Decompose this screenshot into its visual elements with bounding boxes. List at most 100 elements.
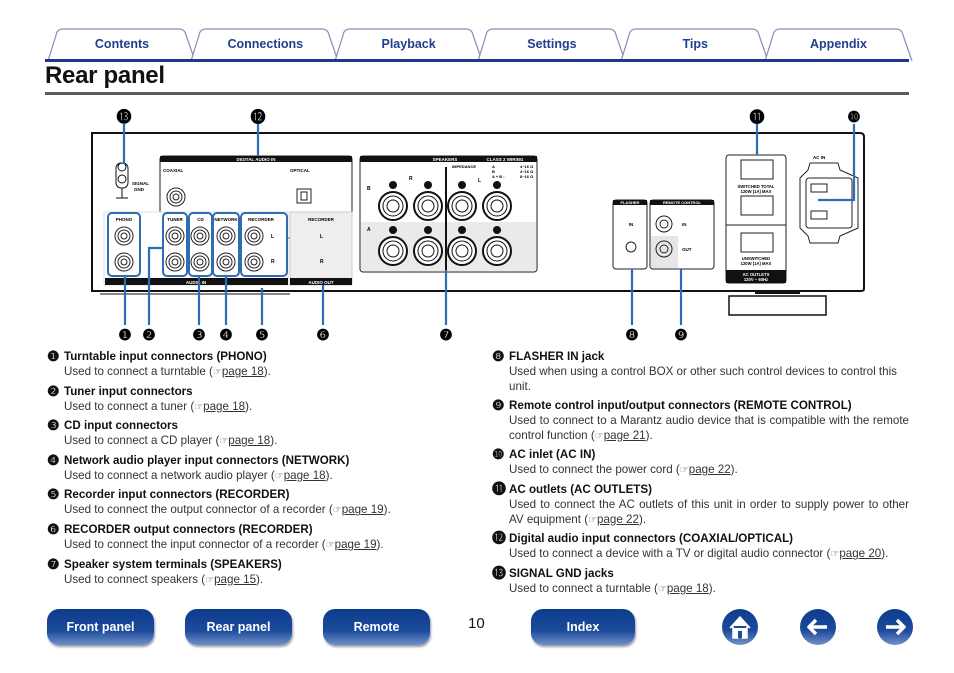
svg-text:FLASHER: FLASHER (621, 200, 640, 205)
reference-icon: ☞ (274, 470, 284, 482)
plus-icon (389, 226, 397, 234)
item-description: Used to connect the input connector of a… (64, 537, 384, 551)
item-description: Used to connect a network audio player (… (64, 468, 333, 482)
description-item: ❾ Remote control input/output connectors … (492, 396, 909, 444)
plus-icon (493, 226, 501, 234)
item-number: ⓫ (492, 480, 506, 497)
item-title: Speaker system terminals (SPEAKERS) (64, 557, 282, 571)
svg-text:120V ~ 60Hz: 120V ~ 60Hz (744, 277, 768, 282)
svg-text:OUT: OUT (682, 247, 692, 252)
reference-icon: ☞ (657, 583, 667, 595)
page-link[interactable]: page 22 (689, 463, 731, 476)
speakers-panel: SPEAKERS CLASS 2 WIRING IMPEDANCE A B A … (359, 155, 538, 273)
page-link[interactable]: page 18 (284, 469, 326, 482)
page-link[interactable]: page 21 (604, 429, 646, 442)
minus-icon (424, 181, 432, 189)
svg-text:COAXIAL: COAXIAL (163, 168, 184, 173)
callout-4: ❹ (219, 327, 232, 344)
item-title: Digital audio input connectors (COAXIAL/… (509, 532, 794, 546)
svg-text:B: B (367, 186, 371, 192)
item-description: Used to connect the power cord (☞page 22… (509, 463, 738, 477)
page-link[interactable]: page 18 (228, 434, 270, 447)
item-title: SIGNAL GND jacks (509, 566, 614, 580)
item-number: ⓭ (492, 564, 506, 581)
page-link[interactable]: page 20 (839, 547, 881, 560)
svg-text:R: R (320, 259, 324, 265)
arrow-right-icon (886, 618, 906, 636)
reference-icon: ☞ (219, 436, 229, 448)
page-number: 10 (468, 615, 485, 632)
reference-icon: ☞ (830, 549, 840, 561)
front-panel-button[interactable]: Front panel (47, 609, 154, 645)
description-item: ❺ Recorder input connectors (RECORDER) Use… (47, 487, 467, 518)
item-description: Used to connect a turntable (☞page 18). (64, 365, 271, 378)
page-link[interactable]: page 19 (342, 503, 384, 516)
reference-icon: ☞ (679, 465, 689, 477)
rear-panel-button[interactable]: Rear panel (185, 609, 292, 645)
callout-12: ⓬ (250, 108, 265, 126)
svg-text:SPEAKERS: SPEAKERS (433, 157, 458, 162)
svg-text:OPTICAL: OPTICAL (290, 168, 310, 173)
remote-button[interactable]: Remote (323, 609, 430, 645)
plus-icon (493, 181, 501, 189)
back-button[interactable] (800, 609, 836, 645)
svg-text:L: L (478, 178, 481, 184)
reference-icon: ☞ (332, 505, 342, 517)
description-list-left: ❶ Turntable input connectors (PHONO) Used … (47, 349, 467, 591)
input-group-network: NETWORK (212, 212, 240, 277)
item-title: FLASHER IN jack (509, 350, 605, 363)
item-number: ❹ (47, 451, 60, 468)
item-title: RECORDER output connectors (RECORDER) (64, 522, 313, 536)
forward-button[interactable] (877, 609, 913, 645)
input-group-recorder: RECORDER L R (240, 212, 288, 277)
item-title: AC inlet (AC IN) (509, 448, 596, 462)
description-item: ❼ Speaker system terminals (SPEAKERS) Used… (47, 555, 467, 588)
item-title: AC outlets (AC OUTLETS) (509, 482, 652, 496)
svg-text:REMOTE CONTROL: REMOTE CONTROL (663, 200, 702, 205)
svg-text:RECORDER: RECORDER (308, 217, 335, 222)
callout-7: ❼ (439, 327, 452, 344)
ac-outlets-panel: SWITCHED TOTAL 120W (1A) MAX UNSWITCHED … (725, 154, 787, 284)
svg-text:AUDIO OUT: AUDIO OUT (308, 280, 334, 285)
item-number: ❾ (492, 396, 505, 413)
item-number: ❼ (47, 555, 60, 572)
callout-13: ⓭ (116, 108, 131, 126)
home-icon (729, 616, 751, 639)
callout-2: ❷ (142, 327, 155, 344)
page-link[interactable]: page 15 (214, 573, 256, 586)
item-number: ❺ (47, 486, 60, 503)
item-description: Used to connect a CD player (☞page 18). (64, 434, 278, 448)
page-link[interactable]: page 18 (667, 582, 709, 595)
callout-1: ❶ (118, 327, 131, 344)
description-item: ⓭ SIGNAL GND jacks Used to connect a turnt… (492, 564, 909, 597)
page-link[interactable]: page 18 (203, 400, 245, 413)
svg-text:L: L (320, 234, 323, 240)
callout-11: ⓫ (749, 108, 764, 126)
item-title: Recorder input connectors (RECORDER) (64, 488, 290, 502)
page-link[interactable]: page 19 (335, 538, 377, 551)
chassis-foot (728, 295, 827, 316)
page-link[interactable]: page 22 (597, 513, 639, 526)
item-number: ❽ (492, 348, 505, 364)
input-group-phono: PHONO (107, 212, 141, 277)
svg-text:120W (1A) MAX: 120W (1A) MAX (741, 261, 772, 266)
callout-8: ❽ (625, 327, 638, 344)
item-description: Used to connect to a Marantz audio devic… (509, 413, 909, 442)
home-button[interactable] (722, 609, 758, 645)
description-item: ❽ FLASHER IN jack Used when using a contro… (492, 349, 909, 394)
svg-text:A: A (367, 227, 371, 233)
callout-3: ❸ (192, 327, 205, 344)
svg-text:IMPEDANCE: IMPEDANCE (452, 164, 476, 169)
svg-text:IN: IN (682, 222, 687, 227)
page-link[interactable]: page 18 (222, 365, 264, 378)
item-title: CD input connectors (64, 419, 179, 433)
optical-jack (296, 188, 312, 204)
minus-icon (458, 181, 466, 189)
svg-text:R: R (271, 259, 275, 265)
index-button[interactable]: Index (531, 609, 635, 645)
svg-text:SIGNAL: SIGNAL (132, 181, 149, 186)
description-item: ❸ CD input connectors Used to connect a CD… (47, 418, 467, 449)
description-item: ❹ Network audio player input connectors (… (47, 451, 467, 484)
description-item: ❶ Turntable input connectors (PHONO) Used … (47, 349, 467, 380)
svg-text:CD: CD (197, 217, 204, 222)
